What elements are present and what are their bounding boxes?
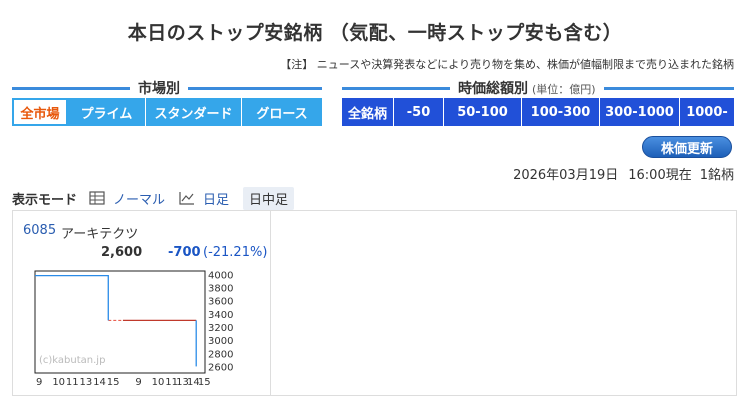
table-icon — [89, 191, 105, 205]
y-tick-label: 2800 — [208, 349, 233, 360]
y-tick-label: 3200 — [208, 323, 233, 334]
update-price-button[interactable]: 株価更新 — [642, 136, 732, 158]
display-mode-label: 表示モード — [12, 192, 78, 208]
page-title: 本日のストップ安銘柄 （気配、一時ストップ安も含む） — [127, 22, 623, 44]
page-note: 【注】 ニュースや決算発表などにより売り物を集め、株価が値幅制限まで売り込まれた… — [280, 58, 734, 71]
status-count: 1銘柄 — [699, 168, 734, 183]
x-tick-label: 15 — [107, 377, 120, 387]
intraday-chart[interactable]: (c)kabutan.jp 4000 3800 3600 3400 3200 3000 280… — [33, 269, 269, 387]
line-chart-icon — [179, 192, 195, 205]
stock-name[interactable]: アーキテクツ — [61, 223, 138, 242]
tab-market-all[interactable]: 全市場 — [12, 98, 68, 126]
market-tabs: 全市場 プライム スタンダード グロース — [12, 98, 322, 126]
mode-daily-label: 日足 — [203, 192, 230, 208]
y-tick-label: 4000 — [208, 270, 233, 281]
x-tick-label: 15 — [198, 377, 211, 387]
stock-panel: 6085 アーキテクツ 2,600 -700 (-21.21%) (c)kabu… — [12, 210, 737, 396]
y-tick-label: 3000 — [208, 336, 233, 347]
stock-price: 2,600 — [101, 245, 143, 260]
x-tick-label: 14 — [93, 377, 106, 387]
mode-normal-label: ノーマル — [113, 192, 166, 208]
panel-divider — [270, 211, 271, 395]
y-tick-label: 3600 — [208, 297, 233, 308]
status-line: 2026年03月19日 16:00現在 1銘柄 — [507, 164, 734, 183]
tab-cap-100-300[interactable]: 100-300 — [522, 98, 600, 126]
stock-code[interactable]: 6085 — [23, 223, 56, 238]
x-tick-label: 11 — [66, 377, 79, 387]
tab-cap-all[interactable]: 全銘柄 — [342, 98, 394, 126]
cap-filter-title: 時価総額別 (単位：億円) — [450, 78, 604, 98]
cap-tabs: 全銘柄 -50 50-100 100-300 300-1000 1000- — [342, 98, 734, 126]
cap-filter-title-text: 時価総額別 — [458, 81, 528, 97]
stock-change-pct: (-21.21%) — [203, 245, 268, 260]
y-tick-label: 3400 — [208, 310, 233, 321]
x-tick-label: 10 — [52, 377, 65, 387]
mode-daily[interactable]: 日足 — [179, 189, 229, 208]
cap-filter-heading: 時価総額別 (単位：億円) — [342, 78, 734, 98]
market-filter-title: 市場別 — [130, 78, 188, 98]
tab-market-prime[interactable]: プライム — [68, 98, 146, 126]
x-tick-label: 9 — [36, 377, 42, 387]
tab-market-standard[interactable]: スタンダード — [146, 98, 242, 126]
tab-cap-over-1000[interactable]: 1000- — [680, 98, 734, 126]
mode-intraday[interactable]: 日中足 — [243, 186, 295, 210]
display-mode-row: 表示モード ノーマル 日足 日中足 — [12, 186, 308, 210]
mode-normal[interactable]: ノーマル — [89, 189, 165, 208]
y-tick-label: 2600 — [208, 362, 233, 373]
tab-cap-50-100[interactable]: 50-100 — [444, 98, 522, 126]
status-time: 16:00現在 — [628, 168, 692, 183]
chart-watermark: (c)kabutan.jp — [39, 355, 105, 366]
x-tick-label: 10 — [152, 377, 165, 387]
y-tick-label: 3800 — [208, 283, 233, 294]
stock-change: -700 — [168, 245, 201, 260]
cap-filter-unit: (単位：億円) — [532, 83, 596, 96]
status-date: 2026年03月19日 — [513, 168, 619, 183]
x-tick-label: 9 — [135, 377, 141, 387]
tab-cap-300-1000[interactable]: 300-1000 — [600, 98, 680, 126]
market-filter-heading: 市場別 — [12, 78, 322, 98]
tab-cap-under-50[interactable]: -50 — [394, 98, 444, 126]
tab-market-growth[interactable]: グロース — [242, 98, 322, 126]
x-tick-label: 13 — [80, 377, 93, 387]
